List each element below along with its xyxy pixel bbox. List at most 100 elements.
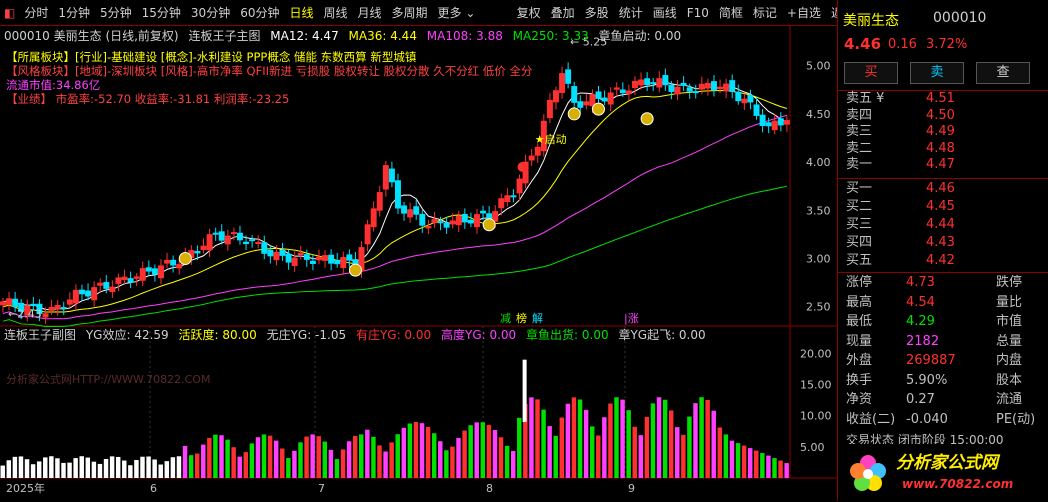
bid-row[interactable]: 买三 4.44	[846, 217, 1046, 233]
bid-row[interactable]: 买四 4.43	[846, 235, 1046, 251]
sub-bar	[772, 458, 777, 478]
bid-row[interactable]: 买五 4.42	[846, 253, 1046, 269]
ask-row[interactable]: 卖五 ¥ 4.51	[846, 91, 1046, 107]
sub-bar	[310, 434, 315, 478]
candle-body	[455, 215, 462, 226]
sub-indicator-name[interactable]: 连板王子副图	[4, 328, 76, 342]
sub-bar	[267, 435, 273, 478]
bid-row[interactable]: 买一 4.46	[846, 181, 1046, 197]
sub-bar	[565, 403, 571, 478]
buy-button[interactable]: 买	[844, 62, 898, 84]
sub-bar	[510, 450, 516, 478]
btn-biaoji[interactable]: 标记	[748, 4, 782, 21]
sub-bar	[194, 453, 200, 478]
sub-bar	[322, 441, 328, 478]
sub-bar	[49, 456, 54, 478]
sub-bar	[656, 397, 662, 478]
btn-diejia[interactable]: 叠加	[546, 4, 580, 21]
candle-body	[783, 120, 790, 125]
period-5min[interactable]: 5分钟	[95, 4, 137, 21]
toggle-icon[interactable]: ◧	[0, 6, 19, 20]
sub-bar	[577, 399, 583, 478]
period-fenshi[interactable]: 分时	[19, 4, 53, 21]
stat-label: 现量	[846, 333, 873, 349]
ask-row[interactable]: 卖一 4.47	[846, 157, 1046, 173]
sub-bar	[596, 435, 601, 478]
stat-value: 4.73	[906, 275, 935, 290]
ask-row[interactable]: 卖三 4.49	[846, 124, 1046, 140]
btn-fuquan[interactable]: 复权	[512, 4, 546, 21]
period-weekly[interactable]: 周线	[319, 4, 353, 21]
btn-jiankuang[interactable]: 简框	[714, 4, 748, 21]
sub-bar	[602, 417, 607, 478]
period-daily[interactable]: 日线	[284, 4, 318, 21]
candle-body	[461, 213, 468, 223]
stat-label-2: 市值	[996, 314, 1023, 329]
candle-body	[467, 219, 474, 224]
sell-button[interactable]: 卖	[910, 62, 964, 84]
btn-f10[interactable]: F10	[682, 6, 714, 20]
candle-body	[279, 249, 286, 256]
stat-label: 收益(二)	[846, 411, 896, 427]
sub-bar	[255, 437, 261, 478]
sub-bar	[134, 460, 139, 478]
candle-body	[717, 86, 724, 90]
query-button[interactable]: 查	[976, 62, 1030, 84]
btn-duogu[interactable]: 多股	[580, 4, 614, 21]
period-30min[interactable]: 30分钟	[186, 4, 235, 21]
stat-label-2: 股本	[996, 372, 1023, 388]
btn-huaxian[interactable]: 画线	[648, 4, 682, 21]
candle-body	[644, 78, 651, 86]
stat-row: 外盘 269887 内盘	[846, 352, 1046, 370]
sub-bar	[517, 417, 522, 478]
level-price: 4.50	[926, 107, 955, 123]
sub-bar	[431, 433, 437, 478]
period-monthly[interactable]: 月线	[353, 4, 387, 21]
moneybag-icon	[567, 107, 581, 121]
period-15min[interactable]: 15分钟	[137, 4, 186, 21]
level-label: 卖一	[846, 157, 873, 172]
candle-body	[273, 251, 280, 261]
sub-tick: 5.00	[800, 441, 825, 454]
sub-bar	[91, 461, 97, 478]
stat-value: -0.040	[906, 411, 948, 427]
bid-row[interactable]: 买二 4.45	[846, 199, 1046, 215]
stat-label: 外盘	[846, 353, 873, 368]
sub-bar	[182, 445, 188, 478]
candle-body	[565, 69, 572, 84]
candle-body	[237, 232, 243, 241]
btn-zixuan[interactable]: +自选	[782, 4, 826, 21]
btn-tongji[interactable]: 统计	[614, 4, 648, 21]
ma250-value: MA250: 3.33	[512, 29, 589, 43]
ask-row[interactable]: 卖四 4.50	[846, 108, 1046, 124]
candle-body	[297, 252, 304, 256]
candle-body	[632, 80, 638, 88]
main-indicator-name[interactable]: 连板王子主图	[188, 29, 260, 43]
candle-body	[449, 220, 456, 225]
sub-bar	[24, 459, 30, 478]
ma108-value: MA108: 3.88	[426, 29, 503, 43]
period-1min[interactable]: 1分钟	[53, 4, 95, 21]
candle-body	[504, 195, 511, 203]
ask-row[interactable]: 卖二 4.48	[846, 141, 1046, 157]
candle-body	[291, 257, 298, 267]
stat-label-2: 量比	[996, 294, 1023, 310]
sub-bar	[0, 465, 5, 478]
moneybag-icon	[482, 218, 496, 232]
candle-body	[437, 221, 444, 224]
period-more[interactable]: 更多 ⌄	[433, 4, 481, 21]
ma250-line	[2, 185, 788, 328]
period-multi[interactable]: 多周期	[387, 4, 433, 21]
candle-body	[91, 287, 98, 301]
period-60min[interactable]: 60分钟	[235, 4, 284, 21]
candle-body	[30, 303, 37, 307]
sub-bar	[12, 456, 18, 478]
candle-body	[133, 276, 140, 279]
candle-body	[698, 83, 705, 90]
sub-bar	[723, 434, 729, 478]
candle-body	[662, 75, 669, 86]
price-change: 0.16	[888, 37, 917, 52]
candle-body	[546, 99, 553, 119]
sub-bar	[365, 429, 370, 478]
candle-body	[79, 289, 85, 295]
